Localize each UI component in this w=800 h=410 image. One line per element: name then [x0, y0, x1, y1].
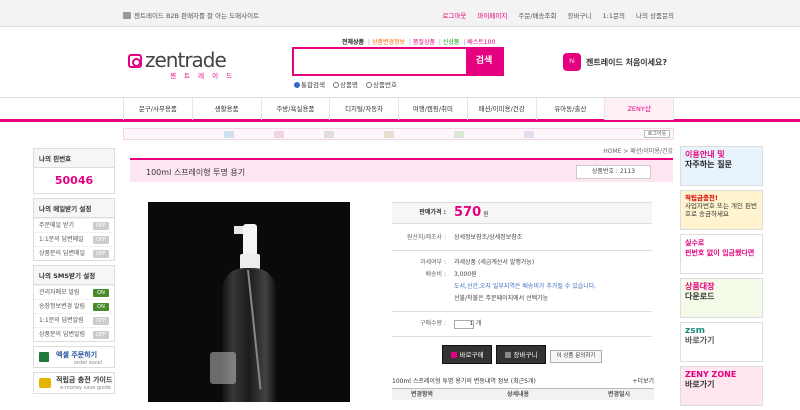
- hi-icon: hi: [563, 53, 581, 71]
- nav-stationery[interactable]: 문구/사무용품: [123, 98, 192, 120]
- search-options: 통합검색 상품명 상품번호: [294, 79, 403, 89]
- thumb[interactable]: [524, 131, 534, 138]
- arrow-icon: [450, 352, 457, 358]
- toggle[interactable]: OFF: [93, 250, 109, 258]
- search-box: 검색: [292, 47, 504, 76]
- radio-number[interactable]: 상품번호: [366, 81, 397, 89]
- product-inquiry-link[interactable]: 나의 상품문의: [636, 12, 674, 20]
- nav-digital[interactable]: 디지털/자동차: [329, 98, 398, 120]
- search-button[interactable]: 검색: [466, 49, 502, 74]
- site-logo[interactable]: zentrade 젠 트 레 이 드: [128, 48, 238, 80]
- qty-row: 구매수량 : 개: [392, 318, 652, 330]
- history-header: 변경항목 상세내용 변경일시: [392, 388, 654, 400]
- home-icon[interactable]: [123, 12, 131, 19]
- nav-travel[interactable]: 여행/캠핑/취미: [398, 98, 467, 120]
- product-info: 판매가격 : 570 원 원산지/제조사 : 상세정보참조/상세정보참조 과세여부…: [392, 202, 652, 364]
- toggle[interactable]: OFF: [93, 236, 109, 244]
- nav-kitchen[interactable]: 주방/욕실용품: [260, 98, 330, 120]
- product-area: HOME > 패션/이미용/건강 100ml 스프레이형 투명 용기 상품번호 …: [130, 146, 673, 402]
- toggle[interactable]: ON: [93, 289, 109, 297]
- search-input[interactable]: [294, 49, 466, 74]
- product-title-bar: 100ml 스프레이형 투명 용기 상품번호 : 2113: [130, 158, 673, 182]
- buy-now-button[interactable]: 바로구매: [442, 345, 492, 364]
- thumb[interactable]: [274, 131, 284, 138]
- thumb[interactable]: [384, 131, 394, 138]
- tab-all[interactable]: 전체상품: [342, 39, 364, 46]
- emoney-guide-button[interactable]: 적립금 충전 가이드 e-money save guide: [33, 372, 115, 394]
- radio-all[interactable]: 통합검색: [294, 81, 325, 89]
- product-code: 상품번호 : 2113: [576, 165, 651, 179]
- nav-fashion[interactable]: 패션/이미용/건강: [466, 98, 536, 120]
- radio-icon: [366, 82, 373, 88]
- mypage-link[interactable]: 마이페이지: [477, 12, 507, 20]
- pin-number: 50046: [54, 174, 94, 187]
- bottle-cap: [210, 352, 236, 384]
- banner-zsm[interactable]: zsm 바로가기: [680, 322, 763, 362]
- quantity-stepper[interactable]: [454, 319, 474, 329]
- change-history: 100ml 스프레이형 투명 용기의 변동내역 정보 (최근5개) +더보기 변경…: [392, 376, 654, 400]
- product-image[interactable]: [148, 202, 350, 402]
- site-tagline: 젠트레이드 B2B 판매자를 잘 아는 도매사이트: [123, 10, 259, 20]
- logo-icon: [128, 54, 142, 68]
- nav-zeny[interactable]: ZENY샵: [604, 98, 674, 120]
- tab-soldout[interactable]: 품절상품: [413, 39, 435, 46]
- logout-link[interactable]: 로그아웃: [442, 12, 466, 20]
- mail-settings: 나의 메일받기 설정 주문메일 받기 OFF 1:1문의 답변메일 OFF 상품문의…: [33, 198, 115, 261]
- banner-download[interactable]: 상품대장 다운로드: [680, 278, 763, 318]
- tab-changes[interactable]: 상품변경정보: [372, 39, 405, 46]
- tab-new[interactable]: 신상품: [443, 39, 460, 46]
- breadcrumb: HOME > 패션/이미용/건강: [603, 148, 673, 155]
- recent-strip: 로그아웃: [123, 128, 674, 140]
- radio-selected-icon: [294, 82, 300, 88]
- ask-question-button[interactable]: 이 상품 문의하기: [550, 350, 602, 363]
- product-title: 100ml 스프레이형 투명 용기: [146, 168, 246, 177]
- toggle[interactable]: OFF: [93, 317, 109, 325]
- toggle[interactable]: OFF: [93, 222, 109, 230]
- category-nav: 문구/사무용품 생활용품 주방/욕실용품 디지털/자동차 여행/캠핑/취미 패션…: [0, 97, 800, 122]
- banner-zeny[interactable]: ZENY ZONE 바로가기: [680, 366, 763, 406]
- inquiry-link[interactable]: 1:1문의: [603, 12, 625, 20]
- banner-charge[interactable]: 적립금충전! 사업자번호 또는 개인 핀번호로 송금하세요: [680, 190, 763, 230]
- top-links: 로그아웃 마이페이지 주문/배송조회 장바구니 1:1문의 나의 상품문의: [433, 10, 674, 20]
- excel-icon: [39, 352, 49, 362]
- excel-order-button[interactable]: 엑셀 주문하기 order excel: [33, 346, 115, 368]
- welcome-banner[interactable]: hi 젠트레이드 처음이세요?: [563, 50, 673, 74]
- strip-logout-button[interactable]: 로그아웃: [644, 130, 670, 138]
- price-value: 570: [454, 205, 482, 220]
- banner-guide[interactable]: 이용안내 및 자주하는 질문: [680, 146, 763, 186]
- thumb[interactable]: [224, 131, 234, 138]
- right-sidebar: 이용안내 및 자주하는 질문 적립금충전! 사업자번호 또는 개인 핀번호로 송금하…: [680, 146, 763, 410]
- banner-no-pin[interactable]: 실수로 핀번호 없이 입금했다면: [680, 234, 763, 274]
- toggle[interactable]: ON: [93, 303, 109, 311]
- cart-icon: [504, 352, 511, 358]
- thumb[interactable]: [324, 131, 334, 138]
- more-link[interactable]: +더보기: [632, 376, 654, 388]
- thumb[interactable]: [454, 131, 464, 138]
- top-bar: 젠트레이드 B2B 판매자를 잘 아는 도매사이트 로그아웃 마이페이지 주문/…: [0, 0, 800, 27]
- sms-settings: 나의 SMS받기 설정 관리자메모 알림 ON 송장정보변경 알림 ON 1:1문의…: [33, 265, 115, 342]
- nav-living[interactable]: 생활용품: [191, 98, 261, 120]
- radio-icon: [333, 82, 339, 88]
- coin-icon: [39, 378, 51, 388]
- order-status-link[interactable]: 주문/배송조회: [518, 12, 556, 20]
- search-tabs: 전체상품 | 상품변경정보 | 품절상품 | 신상품 | 베스트100: [342, 39, 496, 46]
- price-row: 판매가격 : 570 원: [392, 202, 652, 224]
- spray-head: [243, 224, 257, 254]
- add-to-cart-button[interactable]: 장바구니: [496, 345, 546, 364]
- toggle[interactable]: OFF: [93, 331, 109, 339]
- tab-best[interactable]: 베스트100: [467, 39, 495, 46]
- nav-kids[interactable]: 유아동/출산: [535, 98, 605, 120]
- action-buttons: 바로구매 장바구니 이 상품 문의하기: [442, 345, 602, 364]
- pin-box: 나의 핀번호 50046: [33, 148, 115, 194]
- left-sidebar: 나의 핀번호 50046 나의 메일받기 설정 주문메일 받기 OFF 1:1문의…: [33, 148, 115, 394]
- radio-name[interactable]: 상품명: [333, 81, 358, 89]
- cart-link[interactable]: 장바구니: [568, 12, 592, 20]
